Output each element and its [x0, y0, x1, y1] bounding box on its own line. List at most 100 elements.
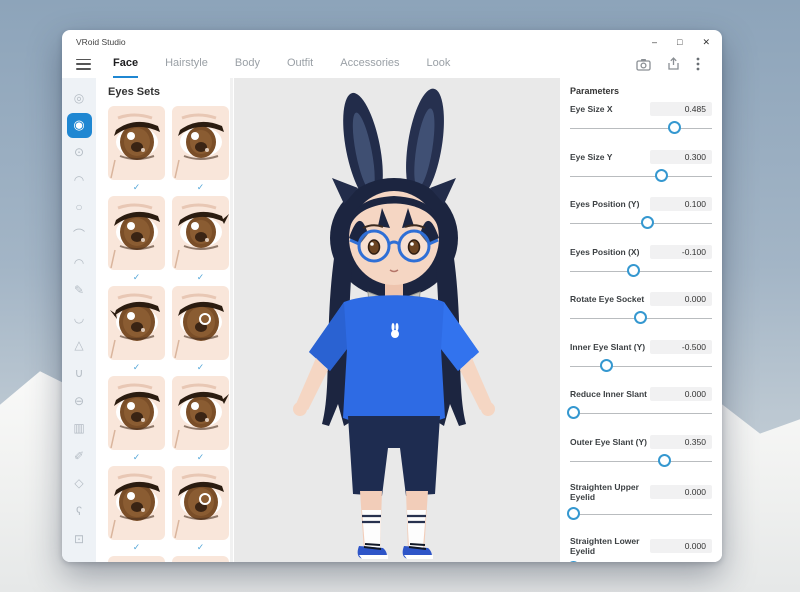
eye-preset-thumbnail[interactable] [108, 556, 165, 562]
slider-knob[interactable] [567, 561, 580, 563]
parameter-slider[interactable] [570, 264, 712, 279]
parameter-value[interactable]: 0.000 [650, 539, 712, 553]
parameter-value[interactable]: 0.485 [650, 102, 712, 116]
parameter-label: Straighten Lower Eyelid [570, 536, 650, 556]
parameter-value[interactable]: -0.100 [650, 245, 712, 259]
eye-preset-thumbnail[interactable] [172, 376, 229, 450]
face-outline-icon[interactable]: ◎ [66, 85, 92, 111]
parameter-value[interactable]: 0.350 [650, 435, 712, 449]
parameters-title: Parameters [570, 86, 712, 96]
parameter-value[interactable]: 0.300 [650, 150, 712, 164]
face-shape-icon[interactable]: ◇ [66, 470, 92, 496]
eye-preset-cell: ✓ [108, 556, 165, 562]
parameter-value[interactable]: -0.500 [650, 340, 712, 354]
slider-knob[interactable] [567, 406, 580, 419]
eyebrow-arch-icon[interactable]: ◠ [66, 250, 92, 276]
eye-preset-thumbnail[interactable] [108, 376, 165, 450]
minimize-button[interactable]: – [652, 37, 657, 47]
check-icon: ✓ [172, 180, 229, 196]
eye-preset-thumbnail[interactable] [172, 286, 229, 360]
parameter-value[interactable]: 0.100 [650, 197, 712, 211]
slider-track [570, 366, 712, 367]
eye-preset-cell: ✓ [108, 196, 165, 286]
eye-preset-thumbnail[interactable] [172, 196, 229, 270]
eye-preset-thumbnail[interactable] [108, 196, 165, 270]
parameter-group: Straighten Upper Eyelid 0.000 [570, 482, 712, 522]
parameter-label: Eye Size Y [570, 152, 612, 162]
maximize-button[interactable]: □ [677, 37, 682, 47]
tab-outfit[interactable]: Outfit [287, 51, 313, 79]
camera-icon[interactable] [636, 58, 651, 71]
check-icon: ✓ [172, 540, 229, 556]
parameter-slider[interactable] [570, 507, 712, 522]
nose-icon[interactable]: △ [66, 332, 92, 358]
tab-accessories[interactable]: Accessories [340, 51, 399, 79]
slider-knob[interactable] [567, 507, 580, 520]
parameter-slider[interactable] [570, 216, 712, 231]
makeup-pen-icon[interactable]: ✐ [66, 443, 92, 469]
tab-face[interactable]: Face [113, 51, 138, 79]
eye-preset-cell: ✓ [172, 376, 229, 466]
eye-preset-thumbnail[interactable] [108, 466, 165, 540]
parameter-label: Outer Eye Slant (Y) [570, 437, 647, 447]
close-button[interactable]: ✕ [702, 37, 710, 47]
mouth-icon[interactable]: ∪ [66, 360, 92, 386]
slider-knob[interactable] [634, 311, 647, 324]
eyes-sets-panel: Eyes Sets ✓ ✓ [96, 78, 234, 562]
parameter-slider[interactable] [570, 454, 712, 469]
eye-preset-thumbnail[interactable] [172, 466, 229, 540]
tab-bar: Face Hairstyle Body Outfit Accessories L… [62, 50, 722, 78]
eye-preset-cell: ✓ [172, 556, 229, 562]
parameter-slider[interactable] [570, 311, 712, 326]
lips-icon[interactable]: ⊖ [66, 388, 92, 414]
parameter-group: Eye Size Y 0.300 [570, 150, 712, 184]
slider-knob[interactable] [627, 264, 640, 277]
slider-knob[interactable] [658, 454, 671, 467]
eye-preset-thumbnail[interactable] [108, 106, 165, 180]
model-viewport[interactable] [234, 78, 560, 562]
eye-white-icon[interactable]: ○ [66, 194, 92, 220]
iris-icon[interactable]: ⊙ [66, 139, 92, 165]
tab-look[interactable]: Look [427, 51, 451, 79]
parameter-slider[interactable] [570, 359, 712, 374]
title-bar[interactable]: VRoid Studio – □ ✕ [62, 30, 722, 50]
overflow-menu-icon[interactable] [696, 57, 700, 71]
parameter-value[interactable]: 0.000 [650, 387, 712, 401]
slider-knob[interactable] [655, 169, 668, 182]
check-icon: ✓ [172, 450, 229, 466]
parameter-slider[interactable] [570, 169, 712, 184]
tab-body[interactable]: Body [235, 51, 260, 79]
parameter-label: Reduce Inner Slant [570, 389, 647, 399]
parameter-value[interactable]: 0.000 [650, 292, 712, 306]
eye-icon[interactable]: ◉ [67, 113, 92, 138]
ear-icon[interactable]: ʕ [66, 498, 92, 524]
parameter-value[interactable]: 0.000 [650, 485, 712, 499]
eye-preset-thumbnail[interactable] [172, 556, 229, 562]
parameter-slider[interactable] [570, 406, 712, 421]
eyelid-icon[interactable]: ◡ [66, 305, 92, 331]
parameter-slider[interactable] [570, 561, 712, 563]
eye-preset-thumbnail[interactable] [108, 286, 165, 360]
slider-knob[interactable] [641, 216, 654, 229]
eyebrow-icon[interactable]: ⌒ [66, 222, 92, 248]
parameter-group: Eyes Position (X) -0.100 [570, 245, 712, 279]
parameter-group: Outer Eye Slant (Y) 0.350 [570, 435, 712, 469]
export-icon[interactable] [667, 57, 680, 71]
check-icon: ✓ [172, 360, 229, 376]
parameter-slider[interactable] [570, 121, 712, 136]
eyeliner-pen-icon[interactable]: ✎ [66, 277, 92, 303]
tab-hairstyle[interactable]: Hairstyle [165, 51, 208, 79]
expression-icon[interactable]: ⊡ [66, 526, 92, 552]
scrollbar[interactable] [230, 78, 233, 562]
eye-preset-cell: ✓ [108, 466, 165, 556]
eye-preset-cell: ✓ [108, 376, 165, 466]
eye-preset-thumbnail[interactable] [172, 106, 229, 180]
eye-preset-cell: ✓ [172, 196, 229, 286]
teeth-icon[interactable]: ▥ [66, 415, 92, 441]
slider-knob[interactable] [668, 121, 681, 134]
menu-icon[interactable] [76, 59, 91, 70]
parameters-panel: Parameters Eye Size X 0.485 Eye Size Y 0… [560, 78, 722, 562]
slider-knob[interactable] [600, 359, 613, 372]
eyelash-icon[interactable]: ◠ [66, 167, 92, 193]
check-icon: ✓ [108, 270, 165, 286]
